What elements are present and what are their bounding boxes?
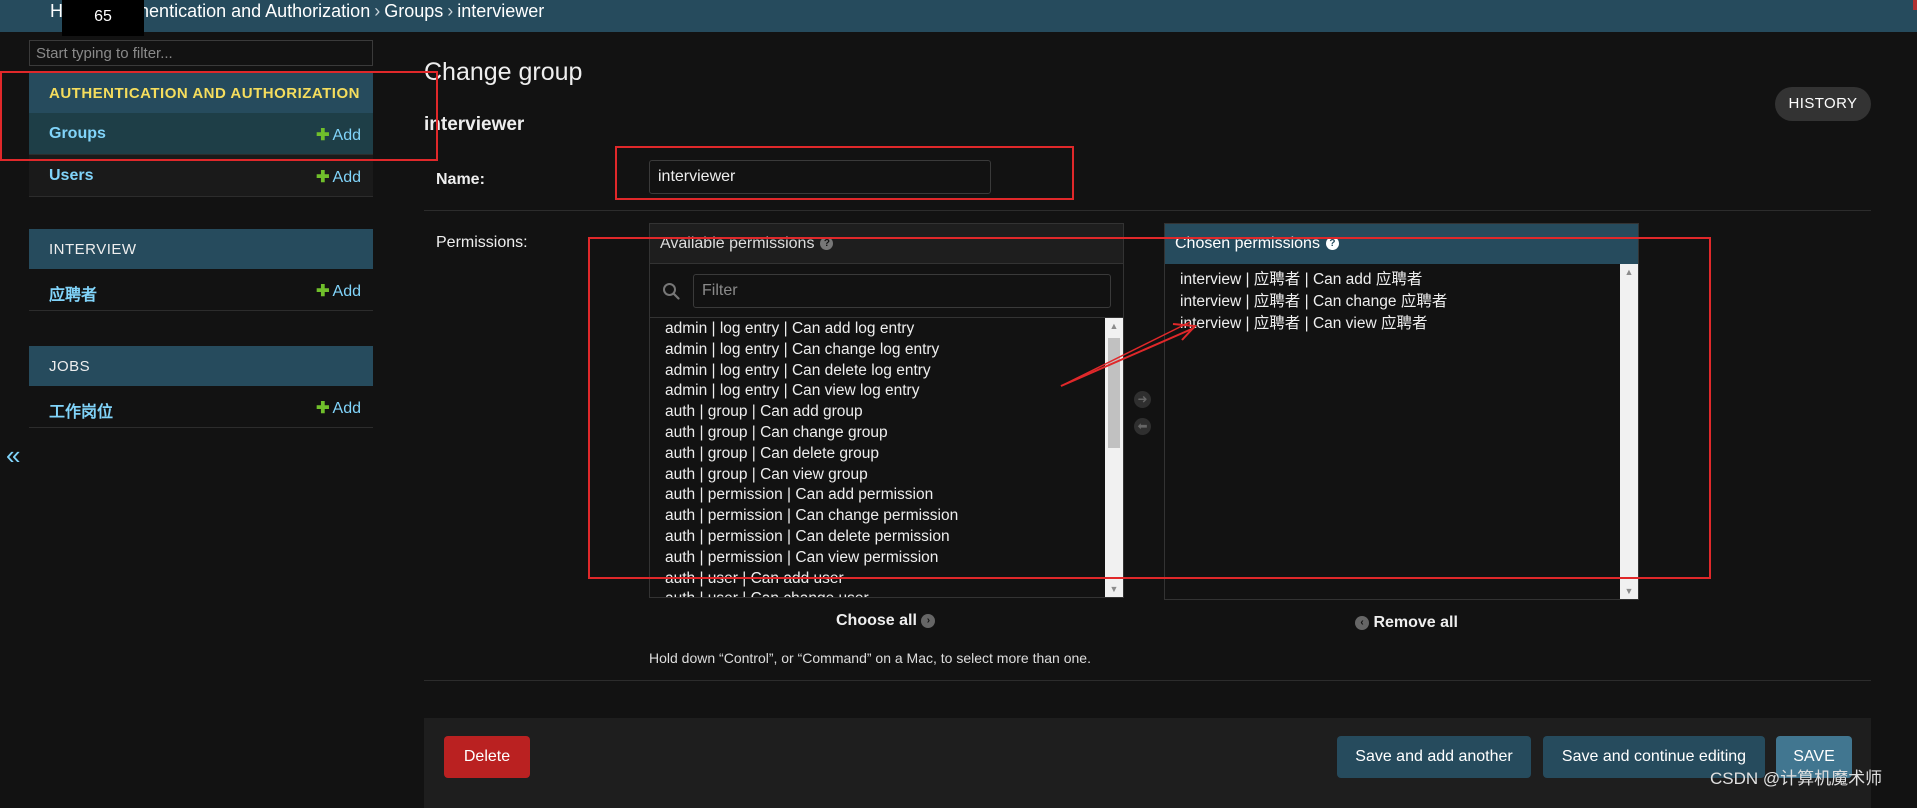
annotation-overlay (0, 71, 1711, 579)
annotation-box-groups (0, 71, 438, 161)
annotation-arrow-line (1060, 321, 1191, 387)
annotation-box-name (615, 146, 1074, 200)
annotation-arrow-line (1060, 327, 1195, 387)
annotation-box-permissions (588, 237, 1711, 579)
